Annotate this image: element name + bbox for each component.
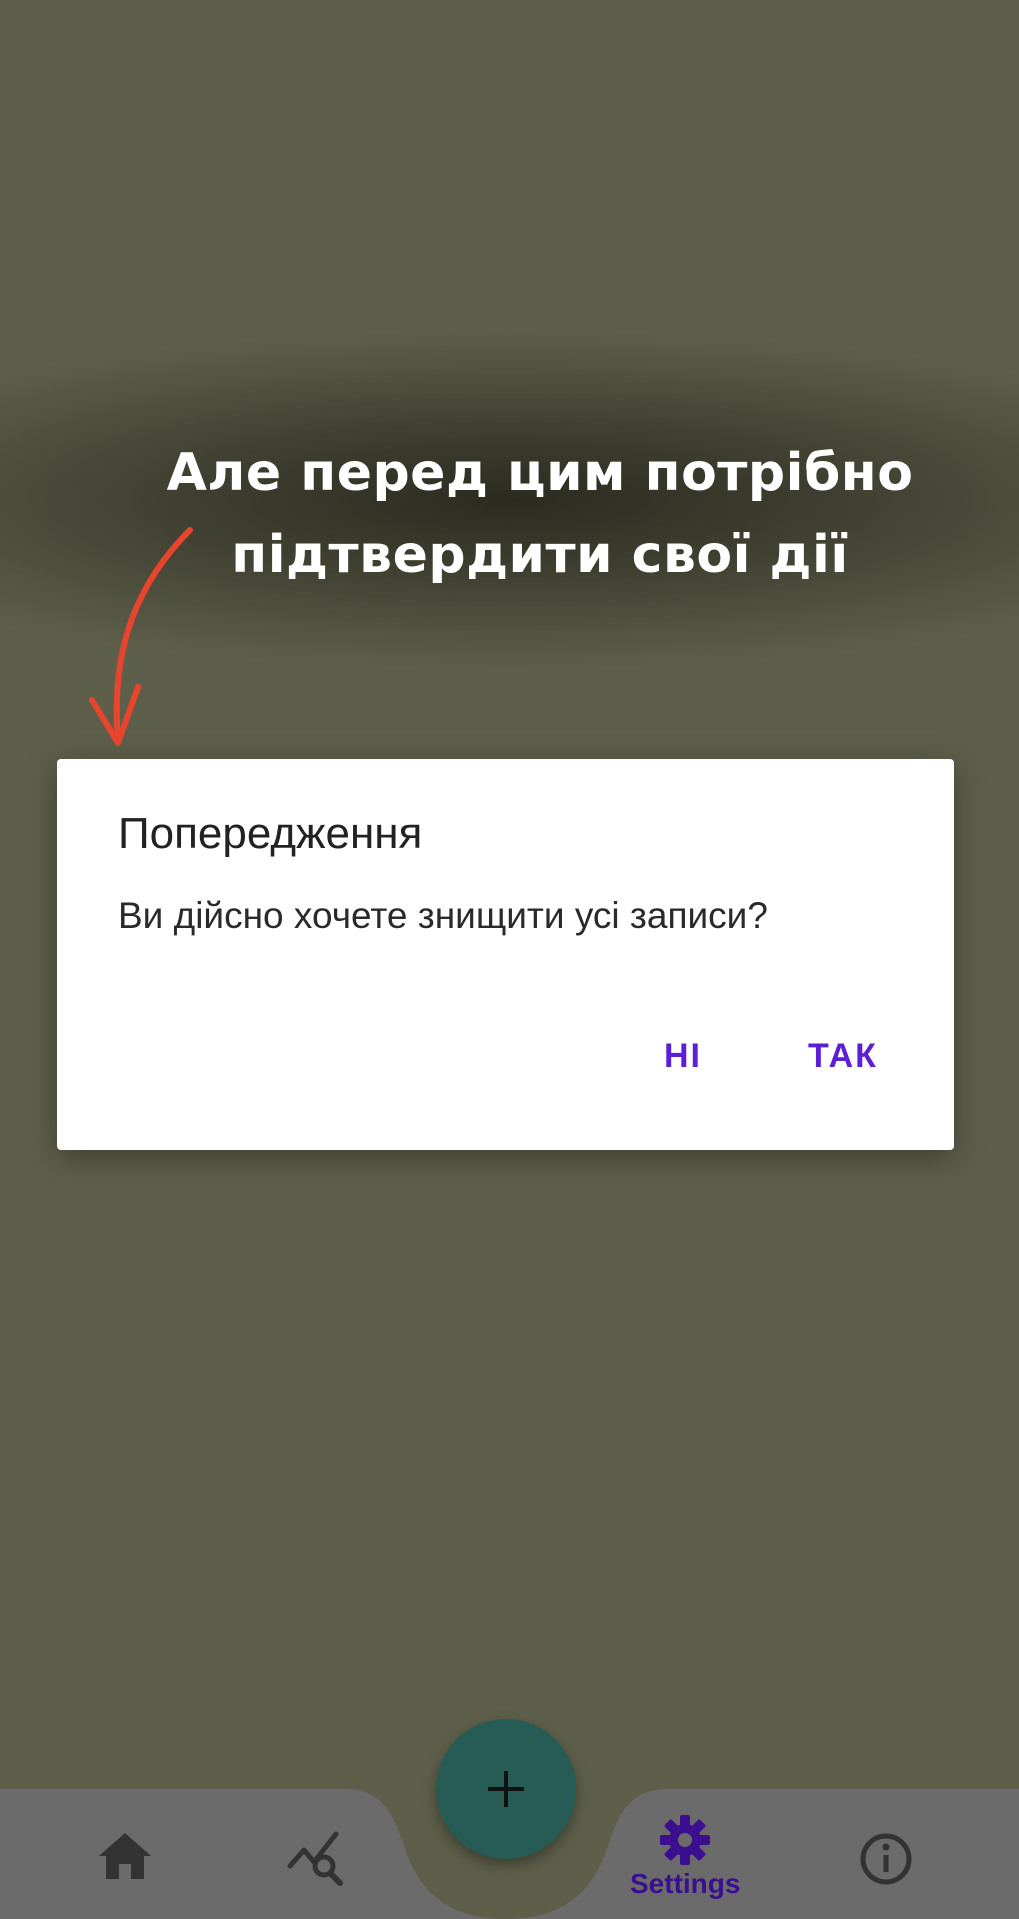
warning-dialog: Попередження Ви дійсно хочете знищити ус…: [57, 759, 954, 1150]
yes-button[interactable]: ТАК: [808, 1037, 878, 1076]
headline-line-1: Але перед цим потрібно: [166, 443, 914, 503]
no-button[interactable]: НІ: [664, 1037, 702, 1076]
add-button[interactable]: [436, 1719, 576, 1859]
home-icon: [99, 1833, 151, 1879]
tutorial-arrow-icon: [89, 527, 193, 746]
nav-item-statistics[interactable]: [286, 1830, 346, 1886]
tutorial-headline: Але перед цим потрібно підтвердити свої …: [100, 432, 980, 596]
dialog-title: Попередження: [118, 809, 423, 858]
dialog-message: Ви дійсно хочете знищити усі записи?: [118, 895, 768, 936]
nav-item-settings[interactable]: Settings: [630, 1814, 740, 1900]
headline-line-2: підтвердити свої дії: [231, 525, 849, 585]
nav-item-info[interactable]: [859, 1832, 913, 1886]
gear-icon: [660, 1815, 711, 1865]
nav-label-settings: Settings: [630, 1868, 741, 1899]
plus-icon: [488, 1771, 524, 1807]
info-icon: [860, 1833, 912, 1885]
chart-search-icon: [287, 1831, 343, 1886]
nav-item-home[interactable]: [97, 1831, 153, 1881]
